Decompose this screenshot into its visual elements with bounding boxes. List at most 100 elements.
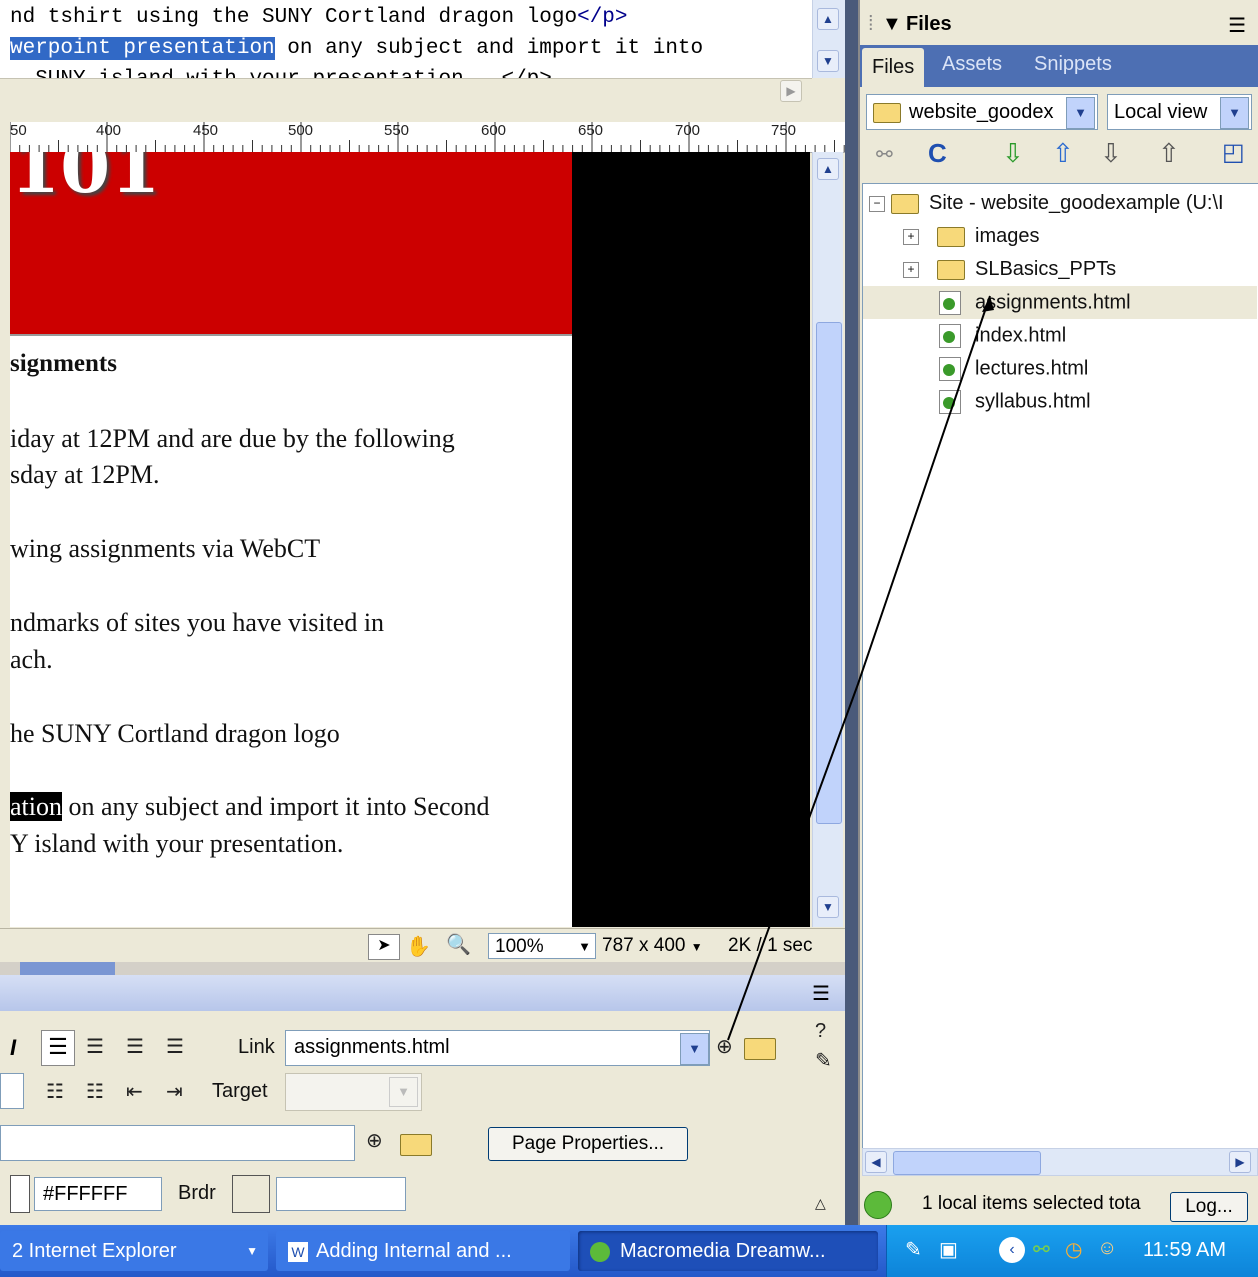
italic-icon[interactable]: I: [10, 1035, 16, 1061]
bg-color-swatch[interactable]: [10, 1175, 30, 1213]
align-right-icon[interactable]: ☰: [126, 1034, 144, 1059]
zoom-tool-icon[interactable]: 🔍: [446, 932, 471, 957]
network-icon[interactable]: ⚯: [1033, 1237, 1050, 1262]
image-source-field[interactable]: [0, 1125, 355, 1161]
view-select[interactable]: Local view ▼: [1107, 94, 1252, 130]
ruler-label: 400: [96, 122, 122, 139]
refresh-icon[interactable]: C: [928, 138, 947, 169]
panel-expander[interactable]: [20, 962, 115, 975]
html-file-icon: [939, 324, 961, 348]
get-files-icon[interactable]: ⇩: [1002, 138, 1024, 169]
ruler-label: 550: [384, 122, 410, 139]
scroll-down-icon[interactable]: ▼: [817, 50, 839, 72]
show-hidden-icons[interactable]: ‹: [999, 1237, 1025, 1263]
tab-snippets[interactable]: Snippets: [1034, 53, 1112, 76]
panel-options-icon[interactable]: ☰: [1228, 13, 1246, 38]
window-size[interactable]: 787 x 400 ▼: [602, 935, 703, 957]
messenger-icon[interactable]: ☺: [1097, 1237, 1117, 1260]
html-file-icon: [939, 291, 961, 315]
tree-horizontal-scrollbar[interactable]: ◀ ▶: [862, 1148, 1258, 1176]
design-vertical-scrollbar[interactable]: ▲ ▼: [812, 152, 843, 927]
browse-folder-icon[interactable]: [744, 1038, 776, 1060]
tree-file-lectures[interactable]: lectures.html: [939, 357, 1088, 381]
scroll-right-icon[interactable]: ▶: [1229, 1151, 1251, 1173]
align-center-icon[interactable]: ☰: [86, 1034, 104, 1059]
expand-panel-icon[interactable]: ◰: [1222, 138, 1245, 167]
clock[interactable]: 11:59 AM: [1143, 1239, 1226, 1262]
put-files-icon[interactable]: ⇧: [1052, 138, 1074, 169]
tree-root[interactable]: − Site - website_goodexample (U:\I: [869, 192, 1224, 215]
panel-splitter[interactable]: [845, 0, 858, 1225]
file-tree[interactable]: − Site - website_goodexample (U:\I + image…: [862, 183, 1258, 1150]
border-color-input[interactable]: [276, 1177, 406, 1211]
target-select[interactable]: ▼: [285, 1073, 422, 1111]
microphone-icon[interactable]: ✎: [905, 1237, 922, 1262]
border-color-swatch[interactable]: [232, 1175, 270, 1213]
check-out-icon[interactable]: ⇩: [1100, 138, 1122, 169]
page-banner: 101: [10, 152, 572, 336]
taskbar-item-internet-explorer[interactable]: 2 Internet Explorer ▼: [0, 1231, 268, 1271]
banner-title: 101: [10, 152, 161, 209]
scroll-down-icon[interactable]: ▼: [817, 896, 839, 918]
align-left-icon[interactable]: ☰: [41, 1030, 75, 1066]
language-bar-icon[interactable]: ▣: [939, 1237, 958, 1262]
selection-status-text: 1 local items selected tota: [922, 1193, 1141, 1214]
connect-icon[interactable]: ⚯: [876, 142, 893, 167]
ruler-label: 750: [771, 122, 797, 139]
indent-icon[interactable]: ⇥: [166, 1079, 183, 1104]
zoom-select[interactable]: 100% ▼: [488, 933, 596, 959]
browse-folder-icon[interactable]: [400, 1134, 432, 1156]
tree-folder-images[interactable]: + images: [903, 225, 1039, 248]
check-in-icon[interactable]: ⇧: [1158, 138, 1180, 169]
scroll-up-icon[interactable]: ▲: [817, 158, 839, 180]
link-dropdown-icon[interactable]: ▼: [680, 1033, 709, 1065]
tab-files[interactable]: Files: [862, 48, 925, 87]
help-icon[interactable]: ?: [815, 1020, 826, 1043]
quick-tag-editor-icon[interactable]: ✎: [815, 1048, 832, 1073]
paragraph-line: ation on any subject and import it into …: [10, 792, 490, 821]
code-view[interactable]: nd tshirt using the SUNY Cortland dragon…: [0, 0, 812, 78]
code-horizontal-scrollbar[interactable]: ▶: [0, 78, 812, 103]
point-to-file-icon[interactable]: ⊕: [716, 1034, 733, 1059]
ordered-list-icon[interactable]: ☷: [86, 1079, 104, 1104]
tab-assets[interactable]: Assets: [942, 53, 1002, 76]
page-properties-button[interactable]: Page Properties...: [488, 1127, 688, 1161]
tree-file-index[interactable]: index.html: [939, 324, 1066, 348]
scroll-thumb[interactable]: [816, 322, 842, 824]
taskbar-item-word[interactable]: W Adding Internal and ...: [276, 1231, 570, 1271]
design-view[interactable]: 101 signments iday at 12PM and are due b…: [10, 152, 810, 927]
bg-color-input[interactable]: #FFFFFF: [34, 1177, 162, 1211]
log-button[interactable]: Log...: [1170, 1192, 1248, 1222]
format-field[interactable]: [0, 1073, 24, 1109]
scroll-left-icon[interactable]: ◀: [865, 1151, 887, 1173]
tree-file-assignments[interactable]: assignments.html: [939, 291, 1131, 315]
unordered-list-icon[interactable]: ☷: [46, 1079, 64, 1104]
hand-tool-icon[interactable]: ✋: [406, 934, 431, 959]
taskbar-item-dreamweaver[interactable]: Macromedia Dreamw...: [578, 1231, 878, 1271]
tree-file-syllabus[interactable]: syllabus.html: [939, 390, 1091, 414]
collapse-arrow-icon[interactable]: △: [815, 1195, 826, 1212]
site-select[interactable]: website_goodex ▼: [866, 94, 1098, 130]
border-label: Brdr: [178, 1182, 216, 1204]
clock-app-icon[interactable]: ◷: [1065, 1237, 1082, 1262]
link-label: Link: [238, 1036, 275, 1058]
justify-icon[interactable]: ☰: [166, 1034, 184, 1059]
ruler-label: 600: [481, 122, 507, 139]
section-heading: signments: [10, 350, 117, 377]
point-to-file-icon[interactable]: ⊕: [366, 1128, 383, 1153]
properties-header[interactable]: ☰: [0, 975, 845, 1011]
paragraph-line: he SUNY Cortland dragon logo: [10, 719, 340, 748]
panel-tabs: Files Assets Snippets: [860, 45, 1258, 87]
word-icon: W: [288, 1241, 308, 1262]
files-panel-title[interactable]: ⁞ ▼ Files ☰: [860, 8, 1258, 42]
options-menu-icon[interactable]: ☰: [812, 981, 830, 1006]
pointer-tool-icon[interactable]: ➤: [368, 934, 400, 960]
code-vertical-scrollbar[interactable]: ▲ ▼: [812, 0, 845, 78]
scroll-right-icon[interactable]: ▶: [780, 80, 802, 102]
scroll-up-icon[interactable]: ▲: [817, 8, 839, 30]
right-column: [572, 152, 810, 927]
tree-folder-slbasics[interactable]: + SLBasics_PPTs: [903, 258, 1116, 281]
outdent-icon[interactable]: ⇤: [126, 1079, 143, 1104]
ruler-label: 700: [675, 122, 701, 139]
link-input[interactable]: assignments.html: [285, 1030, 710, 1066]
